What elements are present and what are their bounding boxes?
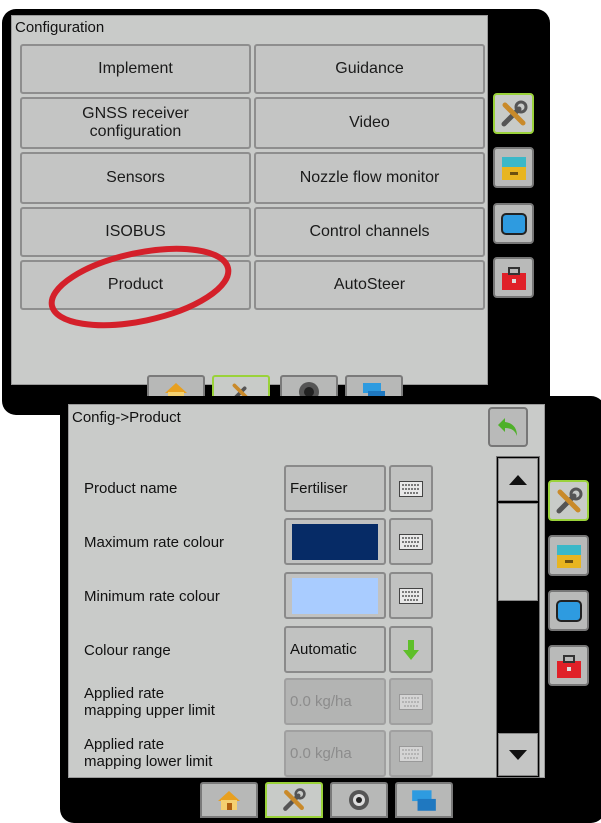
lower-limit-keyboard-button (389, 730, 433, 777)
maximum-rate-colour-swatch (292, 524, 378, 560)
lower-limit-label: Applied rate mapping lower limit (84, 736, 212, 770)
maximum-rate-colour-label: Maximum rate colour (84, 534, 225, 551)
implement-button[interactable]: Implement (20, 44, 251, 94)
nozzle-flow-monitor-label: Nozzle flow monitor (299, 169, 440, 186)
product-name-label: Product name (84, 480, 178, 497)
minimum-rate-colour-swatch (292, 578, 378, 614)
gnss-label-line2: configuration (89, 123, 182, 140)
maximum-rate-colour-keyboard-button[interactable] (389, 518, 433, 565)
tools-icon (556, 487, 582, 513)
drawer-icon (556, 544, 581, 568)
product-name-keyboard-button[interactable] (389, 465, 433, 512)
colour-range-field[interactable]: Automatic (284, 626, 386, 673)
toolbox-icon (556, 654, 581, 678)
autosteer-button[interactable]: AutoSteer (254, 260, 485, 310)
control-channels-button[interactable]: Control channels (254, 207, 485, 257)
screen-icon (555, 599, 582, 622)
bottom-tab-tools[interactable] (265, 782, 323, 818)
colour-range-dropdown-button[interactable] (389, 626, 433, 673)
bottom-tab-home[interactable] (200, 782, 258, 818)
lower-limit-label-line1: Applied rate (84, 736, 165, 753)
tools-icon (501, 100, 527, 126)
keyboard-icon (399, 693, 423, 710)
sensors-label: Sensors (106, 169, 165, 186)
keyboard-icon (399, 480, 423, 497)
upper-limit-field: 0.0 kg/ha (284, 678, 386, 725)
tools-icon (283, 788, 306, 811)
product-name-field[interactable]: Fertiliser (284, 465, 386, 512)
gnss-receiver-configuration-button[interactable]: GNSS receiver configuration (20, 97, 251, 149)
bottom-tab-console[interactable] (395, 782, 453, 818)
lower-limit-label-line2: mapping lower limit (84, 753, 213, 770)
sensors-button[interactable]: Sensors (20, 152, 251, 204)
back-button[interactable] (488, 407, 528, 447)
video-button[interactable]: Video (254, 97, 485, 149)
page-title-product: Config->Product (72, 409, 181, 426)
down-arrow-icon (403, 639, 419, 660)
home-icon (218, 791, 240, 810)
autosteer-label: AutoSteer (333, 276, 406, 293)
upper-limit-label-line1: Applied rate (84, 685, 165, 702)
upper-limit-label-line2: mapping upper limit (84, 702, 215, 719)
nozzle-flow-monitor-button[interactable]: Nozzle flow monitor (254, 152, 485, 204)
page-title: Configuration (15, 19, 105, 36)
bottom-tab-camera[interactable] (330, 782, 388, 818)
back-arrow-icon (498, 418, 517, 436)
scroll-up-button[interactable] (498, 458, 538, 501)
upper-limit-label: Applied rate mapping upper limit (84, 685, 215, 719)
video-label: Video (349, 114, 390, 131)
scroll-down-icon (509, 749, 527, 760)
keyboard-icon (399, 587, 423, 604)
highlight-circle (48, 245, 232, 329)
maximum-rate-colour-field[interactable] (284, 518, 386, 565)
side-tab-screen-front[interactable] (548, 590, 589, 631)
upper-limit-keyboard-button (389, 678, 433, 725)
scroll-up-icon (509, 474, 527, 485)
minimum-rate-colour-label: Minimum rate colour (84, 588, 220, 605)
lower-limit-field: 0.0 kg/ha (284, 730, 386, 777)
scroll-thumb[interactable] (498, 503, 538, 601)
console-icon (412, 790, 436, 811)
minimum-rate-colour-keyboard-button[interactable] (389, 572, 433, 619)
keyboard-icon (399, 745, 423, 762)
side-tab-drawer-front[interactable] (548, 535, 589, 576)
screen-icon (500, 212, 527, 235)
toolbox-icon (501, 266, 526, 290)
drawer-icon (501, 156, 526, 180)
scroll-down-button[interactable] (498, 733, 538, 776)
side-tab-tools-front[interactable] (548, 480, 589, 521)
guidance-label: Guidance (335, 60, 404, 77)
colour-range-label: Colour range (84, 642, 171, 659)
gnss-label-line1: GNSS receiver (82, 105, 189, 122)
control-channels-label: Control channels (309, 223, 430, 240)
minimum-rate-colour-field[interactable] (284, 572, 386, 619)
scrollbar[interactable] (496, 456, 540, 778)
implement-label: Implement (98, 60, 173, 77)
side-tab-tools[interactable] (493, 93, 534, 134)
side-tab-toolbox[interactable] (493, 257, 534, 298)
side-tab-toolbox-front[interactable] (548, 645, 589, 686)
keyboard-icon (399, 533, 423, 550)
isobus-label: ISOBUS (105, 223, 166, 240)
side-tab-drawer[interactable] (493, 147, 534, 188)
camera-icon (349, 790, 369, 810)
guidance-button[interactable]: Guidance (254, 44, 485, 94)
gnss-receiver-configuration-label: GNSS receiver configuration (82, 105, 189, 141)
side-tab-screen[interactable] (493, 203, 534, 244)
